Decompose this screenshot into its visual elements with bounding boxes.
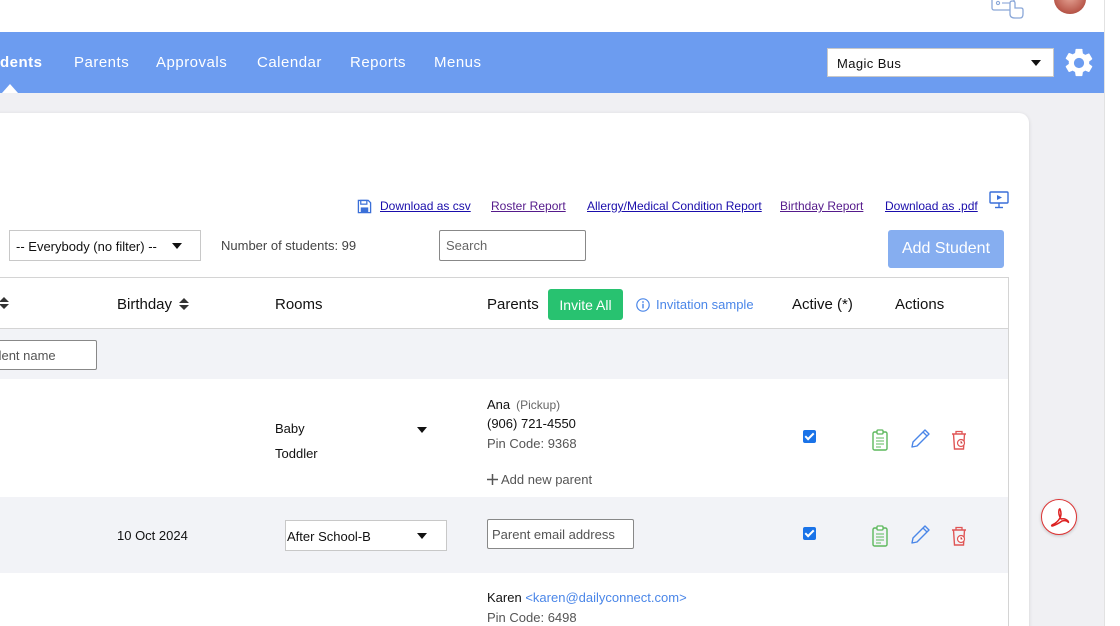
pencil-icon[interactable] [909,524,931,546]
nav-reports[interactable]: Reports [350,54,406,71]
allergy-report-link[interactable]: Allergy/Medical Condition Report [587,199,762,213]
chevron-down-icon[interactable] [417,427,427,433]
student-name-filter[interactable] [0,340,97,370]
header-active: Active (*) [792,296,853,313]
filter-select-value: -- Everybody (no filter) -- [16,239,157,254]
room-select-value: After School-B [287,529,371,544]
header-rooms: Rooms [275,296,323,313]
filter-row [0,329,1008,379]
help-hand-icon[interactable] [990,0,1026,20]
pin-code: Pin Code: 9368 [487,436,577,451]
parent-email-link[interactable]: <karen@dailyconnect.com> [525,590,686,605]
header-parents: Parents [487,296,539,313]
monitor-play-icon[interactable] [989,191,1009,209]
chevron-down-icon [172,243,182,249]
student-count: Number of students: 99 [221,238,357,253]
nav-parents[interactable]: Parents [74,54,129,71]
avatar[interactable] [1054,0,1086,14]
trash-icon[interactable] [950,429,968,451]
plus-icon [487,474,498,485]
nav-calendar[interactable]: Calendar [257,54,322,71]
sort-icon[interactable] [0,297,9,309]
active-checkbox[interactable] [803,527,816,540]
active-nav-indicator [2,84,18,93]
org-select-value: Magic Bus [837,56,902,71]
pdf-icon [1050,508,1070,527]
download-pdf-link[interactable]: Download as .pdf [885,199,978,213]
invitation-sample-link[interactable]: Invitation sample [656,297,754,312]
nav-menus[interactable]: Menus [434,54,482,71]
parent-email-field[interactable] [487,519,634,549]
right-scroll-strip [1104,0,1120,626]
add-parent-link[interactable]: Add new parent [487,472,592,487]
header-actions: Actions [895,296,945,313]
invite-all-button[interactable]: Invite All [548,289,623,320]
header-birthday[interactable]: Birthday [117,296,190,313]
parent-phone: (906) 721-4550 [487,416,576,431]
parent-role: (Pickup) [516,398,561,412]
nav-students[interactable]: dents [0,54,43,71]
sort-icon[interactable] [179,298,190,310]
parent-name: Karen [487,590,522,605]
org-select[interactable]: Magic Bus [827,48,1054,77]
clipboard-icon[interactable] [871,525,889,547]
pdf-export-button[interactable] [1041,499,1077,535]
gear-icon[interactable] [1062,46,1096,80]
parent-entry: Karen <karen@dailyconnect.com> [487,590,687,605]
top-bar [0,0,1104,32]
save-icon[interactable] [357,199,372,214]
trash-icon[interactable] [950,525,968,547]
parent-name: Ana [487,397,511,412]
birthday-value: 10 Oct 2024 [117,528,188,543]
active-checkbox[interactable] [803,430,816,443]
clipboard-icon[interactable] [871,429,889,451]
student-filter-select[interactable]: -- Everybody (no filter) -- [9,230,201,261]
add-parent-label: Add new parent [501,472,593,487]
nav-approvals[interactable]: Approvals [156,54,227,71]
pin-code: Pin Code: 6498 [487,610,577,625]
add-student-button[interactable]: Add Student [888,230,1004,268]
roster-report-link[interactable]: Roster Report [491,199,566,213]
chevron-down-icon [1031,60,1041,66]
room-option[interactable]: Toddler [275,446,318,461]
search-input[interactable] [439,230,586,261]
parent-entry: Ana (Pickup) [487,397,560,412]
main-nav: dents Parents Approvals Calendar Reports… [0,32,1104,93]
header-birthday-label: Birthday [117,296,173,313]
chevron-down-icon [417,533,427,539]
room-option[interactable]: Baby [275,421,305,436]
birthday-report-link[interactable]: Birthday Report [780,199,863,213]
pencil-icon[interactable] [909,428,931,450]
download-csv-link[interactable]: Download as csv [380,199,471,213]
room-select[interactable]: After School-B [285,520,447,551]
info-icon[interactable] [636,298,650,312]
